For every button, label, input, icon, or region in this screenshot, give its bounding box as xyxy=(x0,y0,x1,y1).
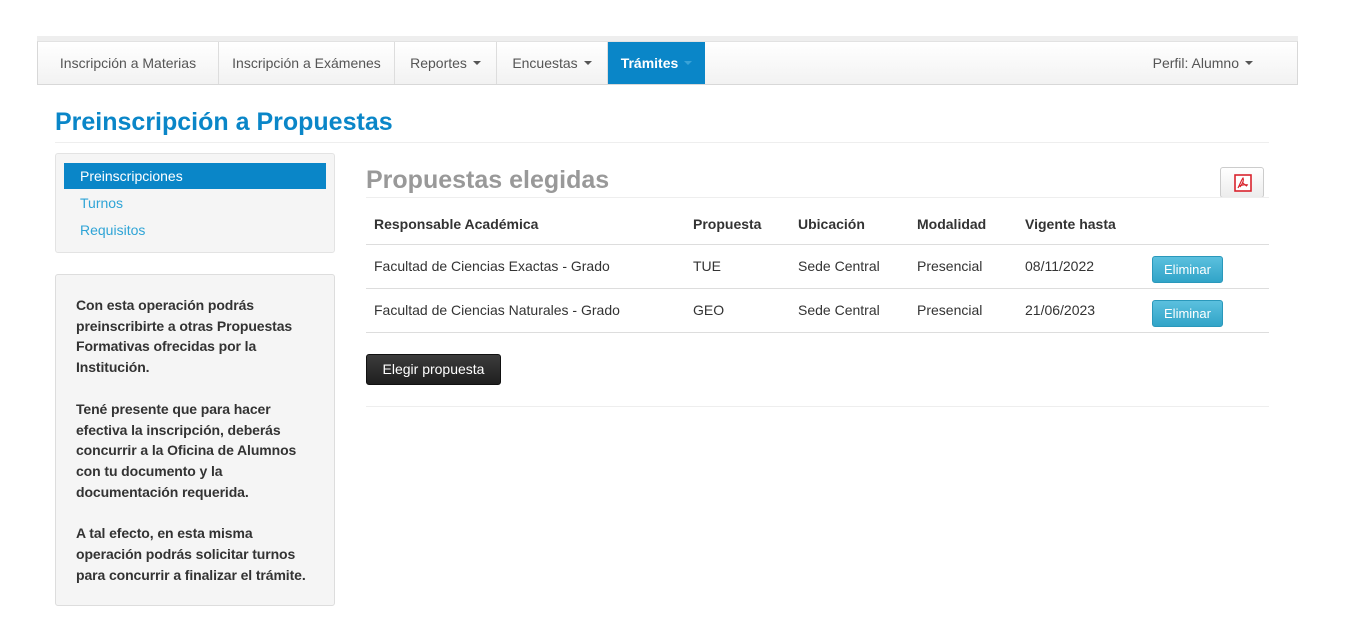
propuestas-table: Responsable Académica Propuesta Ubicació… xyxy=(366,204,1269,333)
sidebar-item-preinscripciones[interactable]: Preinscripciones xyxy=(64,163,326,189)
profile-dropdown[interactable]: Perfil: Alumno xyxy=(1153,42,1253,84)
nav-encuestas-dropdown[interactable]: Encuestas xyxy=(497,42,608,84)
cell-vigente: 21/06/2023 xyxy=(1017,288,1152,333)
cell-propuesta: TUE xyxy=(685,244,790,289)
col-header-modalidad: Modalidad xyxy=(909,204,1017,245)
col-header-actions xyxy=(1152,204,1269,245)
nav-label: Reportes xyxy=(410,55,467,71)
pdf-export-button[interactable] xyxy=(1220,167,1264,198)
table-row: Facultad de Ciencias Exactas - Grado TUE… xyxy=(366,244,1269,289)
cell-modalidad: Presencial xyxy=(909,288,1017,333)
elegir-propuesta-button[interactable]: Elegir propuesta xyxy=(366,354,501,385)
cell-vigente: 08/11/2022 xyxy=(1017,244,1152,289)
nav-reportes-dropdown[interactable]: Reportes xyxy=(395,42,497,84)
caret-down-icon xyxy=(472,61,481,66)
cell-responsable: Facultad de Ciencias Naturales - Grado xyxy=(366,288,685,333)
nav-inscripcion-examenes[interactable]: Inscripción a Exámenes xyxy=(219,42,395,84)
nav-label: Encuestas xyxy=(512,55,578,71)
section-divider xyxy=(366,197,1269,198)
eliminar-button[interactable]: Eliminar xyxy=(1152,255,1223,283)
eliminar-button[interactable]: Eliminar xyxy=(1152,299,1223,327)
page-title: Preinscripción a Propuestas xyxy=(55,108,393,136)
table-row: Facultad de Ciencias Naturales - Grado G… xyxy=(366,288,1269,333)
col-header-vigente: Vigente hasta xyxy=(1017,204,1152,245)
sidebar-item-turnos[interactable]: Turnos xyxy=(64,190,326,216)
cell-propuesta: GEO xyxy=(685,288,790,333)
cell-ubicacion: Sede Central xyxy=(790,244,909,289)
sidebar-nav: Preinscripciones Turnos Requisitos xyxy=(55,153,335,253)
col-header-responsable: Responsable Académica xyxy=(366,204,685,245)
nav-label: Inscripción a Materias xyxy=(59,55,197,71)
profile-label: Perfil: Alumno xyxy=(1152,55,1239,71)
cell-action: Eliminar xyxy=(1152,288,1269,333)
col-header-ubicacion: Ubicación xyxy=(790,204,909,245)
nav-inscripcion-materias[interactable]: Inscripción a Materias xyxy=(38,42,219,84)
info-paragraph: A tal efecto, en esta misma operación po… xyxy=(76,525,306,583)
info-panel: Con esta operación podrás preinscribirte… xyxy=(55,274,335,606)
table-header-row: Responsable Académica Propuesta Ubicació… xyxy=(366,204,1269,245)
nav-label: Trámites xyxy=(620,55,679,71)
info-paragraph: Con esta operación podrás preinscribirte… xyxy=(76,297,293,376)
pdf-icon xyxy=(1234,174,1252,192)
nav-label: Inscripción a Exámenes xyxy=(232,55,381,71)
cell-action: Eliminar xyxy=(1152,244,1269,289)
nav-tramites-dropdown[interactable]: Trámites xyxy=(608,42,705,84)
sidebar-item-requisitos[interactable]: Requisitos xyxy=(64,217,326,243)
col-header-propuesta: Propuesta xyxy=(685,204,790,245)
cell-modalidad: Presencial xyxy=(909,244,1017,289)
cell-responsable: Facultad de Ciencias Exactas - Grado xyxy=(366,244,685,289)
section-title: Propuestas elegidas xyxy=(366,166,610,194)
bottom-divider xyxy=(366,406,1269,407)
cell-ubicacion: Sede Central xyxy=(790,288,909,333)
main-navbar: Inscripción a Materias Inscripción a Exá… xyxy=(37,41,1298,85)
caret-down-icon xyxy=(684,61,693,66)
caret-down-icon xyxy=(583,61,592,66)
info-paragraph: Tené presente que para hacer efectiva la… xyxy=(76,400,297,500)
caret-down-icon xyxy=(1245,61,1253,66)
title-divider xyxy=(55,142,1269,143)
